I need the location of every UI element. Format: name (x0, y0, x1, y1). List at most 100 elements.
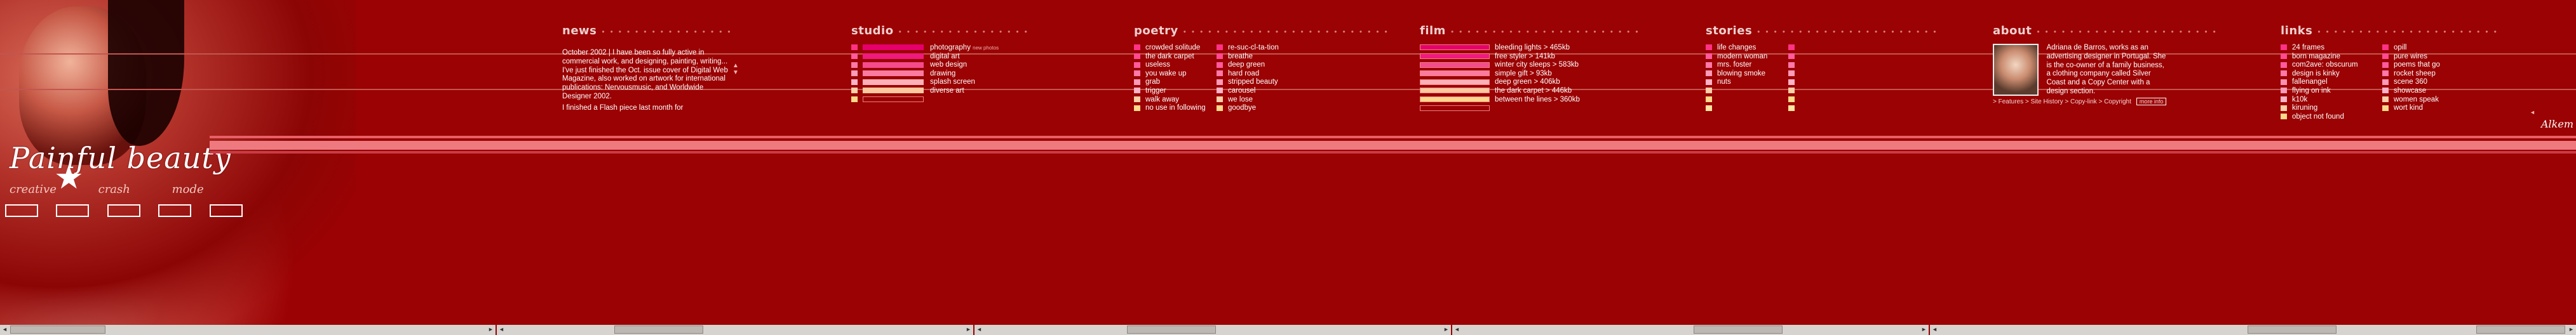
film-title[interactable]: film (1420, 24, 1446, 37)
list-item[interactable]: crowded solitude (1134, 44, 1217, 53)
list-item[interactable] (1420, 104, 1644, 113)
list-item[interactable]: free styler > 141kb (1420, 53, 1644, 62)
list-item[interactable]: poems that go (2382, 61, 2440, 70)
scroll-right-icon[interactable]: ► (1442, 325, 1450, 334)
list-item[interactable]: the dark carpet > 446kb (1420, 87, 1644, 96)
list-item[interactable] (1788, 78, 1800, 87)
list-item[interactable]: deep green > 406kb (1420, 78, 1644, 87)
list-item[interactable]: web design (851, 61, 1033, 70)
list-item[interactable]: splash screen (851, 78, 1033, 87)
list-item[interactable]: modern woman (1706, 53, 1788, 62)
list-item[interactable]: photography new photos (851, 44, 1033, 53)
list-item[interactable]: nuts (1706, 78, 1788, 87)
list-item[interactable] (1788, 44, 1800, 53)
list-item[interactable]: walk away (1134, 96, 1217, 105)
list-item[interactable]: kiruning (2281, 104, 2382, 113)
scroll-thumb-2[interactable] (2476, 325, 2565, 334)
list-item[interactable] (1788, 70, 1800, 79)
scrollbar-1[interactable]: ◄ ► (0, 325, 496, 335)
list-item[interactable]: simple gift > 93kb (1420, 70, 1644, 79)
list-item[interactable]: deep green (1217, 61, 1279, 70)
list-item[interactable]: object not found (2281, 113, 2382, 122)
scroll-thumb[interactable] (10, 325, 105, 334)
news-title[interactable]: news (562, 24, 597, 37)
list-item[interactable]: we lose (1217, 96, 1279, 105)
list-item[interactable]: rocket sheep (2382, 70, 2440, 79)
list-item[interactable]: scene 360 (2382, 78, 2440, 87)
studio-title[interactable]: studio (851, 24, 894, 37)
about-links[interactable]: > Features > Site History > Copy-link > … (1993, 97, 2222, 105)
list-item[interactable]: flying on ink (2281, 87, 2382, 96)
list-item[interactable]: k10k (2281, 96, 2382, 105)
list-item[interactable]: hard road (1217, 70, 1279, 79)
scroll-right-icon[interactable]: ► (964, 325, 973, 334)
scroll-thumb[interactable] (1694, 325, 1783, 334)
hero-nav-box-2[interactable] (56, 204, 90, 217)
more-info-button[interactable]: more info (2136, 97, 2167, 105)
list-item[interactable]: trigger (1134, 87, 1217, 96)
list-item[interactable]: digital art (851, 53, 1033, 62)
links-arrow[interactable]: ◄ (2530, 109, 2535, 115)
list-item[interactable]: carousel (1217, 87, 1279, 96)
scroll-left-icon[interactable]: ◄ (975, 325, 983, 334)
scroll-left-icon[interactable]: ◄ (497, 325, 506, 334)
list-item[interactable]: com2ave: obscurum (2281, 61, 2382, 70)
scroll-left-icon[interactable]: ◄ (1, 325, 9, 334)
list-item[interactable]: grab (1134, 78, 1217, 87)
scroll-thumb[interactable] (2248, 325, 2337, 334)
scrollbar-5[interactable]: ◄ ► (1930, 325, 2576, 335)
list-item[interactable]: goodbye (1217, 104, 1279, 113)
about-title[interactable]: about (1993, 24, 2032, 37)
list-item[interactable]: wort kind (2382, 104, 2440, 113)
list-item[interactable]: re-suc-cl-ta-tion (1217, 44, 1279, 53)
list-item[interactable]: you wake up (1134, 70, 1217, 79)
list-item[interactable]: between the lines > 360kb (1420, 96, 1644, 105)
scrollbar-3[interactable]: ◄ ► (974, 325, 1451, 335)
news-scroll-arrows[interactable]: ▲ ▼ (732, 62, 739, 76)
list-item[interactable]: blowing smoke (1706, 70, 1788, 79)
list-item[interactable]: no use in following (1134, 104, 1217, 113)
list-item[interactable]: mrs. foster (1706, 61, 1788, 70)
list-item[interactable] (1788, 104, 1800, 113)
list-item[interactable]: women speak (2382, 96, 2440, 105)
list-item[interactable]: the dark carpet (1134, 53, 1217, 62)
list-item[interactable]: useless (1134, 61, 1217, 70)
scroll-right-icon[interactable]: ► (1920, 325, 1928, 334)
list-item[interactable] (1788, 53, 1800, 62)
list-item[interactable] (1788, 96, 1800, 105)
list-item[interactable]: bleeding lights > 465kb (1420, 44, 1644, 53)
list-item[interactable]: 24 frames (2281, 44, 2382, 53)
list-item[interactable]: fallenangel (2281, 78, 2382, 87)
scroll-left-icon[interactable]: ◄ (1453, 325, 1461, 334)
list-item[interactable]: showcase (2382, 87, 2440, 96)
scroll-thumb[interactable] (1127, 325, 1216, 334)
scroll-right-icon[interactable]: ► (487, 325, 495, 334)
scrollbar-4[interactable]: ◄ ► (1452, 325, 1929, 335)
list-item[interactable] (851, 96, 1033, 105)
scroll-thumb[interactable] (614, 325, 703, 334)
hero-nav-box-5[interactable] (209, 204, 243, 217)
list-item[interactable] (1706, 96, 1788, 105)
list-item[interactable]: opill (2382, 44, 2440, 53)
list-item[interactable]: born magazine (2281, 53, 2382, 62)
list-item[interactable] (1706, 87, 1788, 96)
stories-title[interactable]: stories (1706, 24, 1752, 37)
list-item[interactable] (1788, 87, 1800, 96)
scroll-right-icon[interactable]: ► (2567, 325, 2575, 334)
list-item[interactable]: life changes (1706, 44, 1788, 53)
hero-nav-box-1[interactable] (5, 204, 38, 217)
hero-nav-box-4[interactable] (158, 204, 192, 217)
hero-nav-box-3[interactable] (107, 204, 140, 217)
list-item[interactable]: stripped beauty (1217, 78, 1279, 87)
links-title[interactable]: links (2281, 24, 2312, 37)
list-item[interactable]: pure wires (2382, 53, 2440, 62)
list-item[interactable] (1706, 104, 1788, 113)
list-item[interactable]: breathe (1217, 53, 1279, 62)
list-item[interactable]: diverse art (851, 87, 1033, 96)
list-item[interactable]: design is kinky (2281, 70, 2382, 79)
poetry-title[interactable]: poetry (1134, 24, 1178, 37)
list-item[interactable] (1788, 61, 1800, 70)
list-item[interactable]: winter city sleeps > 583kb (1420, 61, 1644, 70)
scrollbar-2[interactable]: ◄ ► (497, 325, 973, 335)
list-item[interactable]: drawing (851, 70, 1033, 79)
